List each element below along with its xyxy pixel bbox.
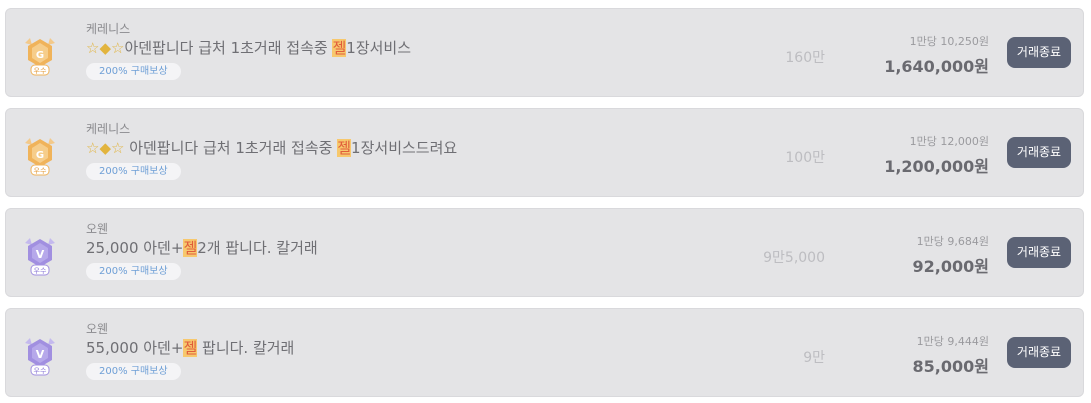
- quantity: 9만5,000: [763, 250, 825, 266]
- title-text-rest: 2개 팝니다. 칼거래: [197, 239, 318, 257]
- listing-info: 케레니스 ☆◆☆ 아덴팝니다 급처 1초거래 접속중 젤1장서비스드려요 200…: [86, 121, 726, 180]
- svg-text:우수: 우수: [34, 167, 47, 175]
- trade-closed-button[interactable]: 거래종료: [1007, 237, 1071, 268]
- listing-list: G 우수 케레니스 ☆◆☆아덴팝니다 급처 1초거래 접속중 젤1장서비스 20…: [0, 0, 1091, 403]
- svg-text:G: G: [36, 150, 44, 161]
- listing-card[interactable]: G 우수 케레니스 ☆◆☆아덴팝니다 급처 1초거래 접속중 젤1장서비스 20…: [5, 8, 1084, 97]
- total-price: 85,000원: [912, 357, 989, 376]
- title-highlight: 젤: [183, 239, 198, 257]
- listing-title[interactable]: 25,000 아덴+젤2개 팝니다. 칼거래: [86, 237, 726, 259]
- svg-text:우수: 우수: [34, 267, 47, 275]
- listing-card[interactable]: V 우수 오웬 25,000 아덴+젤2개 팝니다. 칼거래 200% 구매보상…: [5, 208, 1084, 297]
- listing-card[interactable]: G 우수 케레니스 ☆◆☆ 아덴팝니다 급처 1초거래 접속중 젤1장서비스드려…: [5, 108, 1084, 197]
- svg-text:G: G: [36, 50, 44, 61]
- listing-info: 오웬 55,000 아덴+젤 팝니다. 칼거래 200% 구매보상: [86, 321, 726, 380]
- svg-text:우수: 우수: [34, 367, 47, 375]
- server-name: 오웬: [86, 222, 109, 236]
- title-prefix: ☆◆☆: [86, 39, 125, 57]
- purchase-reward-tag: 200% 구매보상: [86, 163, 181, 180]
- svg-text:V: V: [36, 248, 45, 261]
- unit-price: 1만당 9,684원: [916, 235, 989, 248]
- svg-text:V: V: [36, 348, 45, 361]
- title-text-rest: 1장서비스: [346, 39, 412, 57]
- server-name: 케레니스: [86, 122, 131, 136]
- seller-grade-badge-icon: G 우수: [22, 35, 58, 77]
- total-price: 92,000원: [912, 257, 989, 276]
- quantity: 9만: [803, 350, 825, 366]
- seller-grade-badge-icon: G 우수: [22, 135, 58, 177]
- unit-price: 1만당 9,444원: [916, 335, 989, 348]
- server-name: 케레니스: [86, 22, 131, 36]
- total-price: 1,200,000원: [884, 157, 989, 176]
- listing-card[interactable]: V 우수 오웬 55,000 아덴+젤 팝니다. 칼거래 200% 구매보상 9…: [5, 308, 1084, 397]
- title-text-rest: 1장서비스드려요: [351, 139, 458, 157]
- listing-title[interactable]: ☆◆☆아덴팝니다 급처 1초거래 접속중 젤1장서비스: [86, 37, 726, 59]
- title-text: 55,000 아덴+: [86, 339, 184, 357]
- purchase-reward-tag: 200% 구매보상: [86, 63, 181, 80]
- trade-closed-button[interactable]: 거래종료: [1007, 37, 1071, 68]
- unit-price: 1만당 10,250원: [909, 35, 989, 48]
- purchase-reward-tag: 200% 구매보상: [86, 263, 181, 280]
- title-highlight: 젤: [337, 139, 352, 157]
- total-price: 1,640,000원: [884, 57, 989, 76]
- title-text: 아덴팝니다 급처 1초거래 접속중: [129, 139, 338, 157]
- seller-grade-badge-icon: V 우수: [22, 335, 58, 377]
- title-prefix: ☆◆☆: [86, 139, 130, 157]
- listing-title[interactable]: 55,000 아덴+젤 팝니다. 칼거래: [86, 337, 726, 359]
- title-text: 25,000 아덴+: [86, 239, 184, 257]
- title-text-rest: 팝니다. 칼거래: [197, 339, 295, 357]
- purchase-reward-tag: 200% 구매보상: [86, 363, 181, 380]
- title-highlight: 젤: [332, 39, 347, 57]
- server-name: 오웬: [86, 322, 109, 336]
- listing-title[interactable]: ☆◆☆ 아덴팝니다 급처 1초거래 접속중 젤1장서비스드려요: [86, 137, 726, 159]
- trade-closed-button[interactable]: 거래종료: [1007, 137, 1071, 168]
- unit-price: 1만당 12,000원: [909, 135, 989, 148]
- title-text: 아덴팝니다 급처 1초거래 접속중: [124, 39, 333, 57]
- listing-info: 케레니스 ☆◆☆아덴팝니다 급처 1초거래 접속중 젤1장서비스 200% 구매…: [86, 21, 726, 80]
- quantity: 100만: [785, 150, 825, 166]
- quantity: 160만: [785, 50, 825, 66]
- svg-text:우수: 우수: [34, 67, 47, 75]
- listing-info: 오웬 25,000 아덴+젤2개 팝니다. 칼거래 200% 구매보상: [86, 221, 726, 280]
- trade-closed-button[interactable]: 거래종료: [1007, 337, 1071, 368]
- seller-grade-badge-icon: V 우수: [22, 235, 58, 277]
- title-highlight: 젤: [183, 339, 198, 357]
